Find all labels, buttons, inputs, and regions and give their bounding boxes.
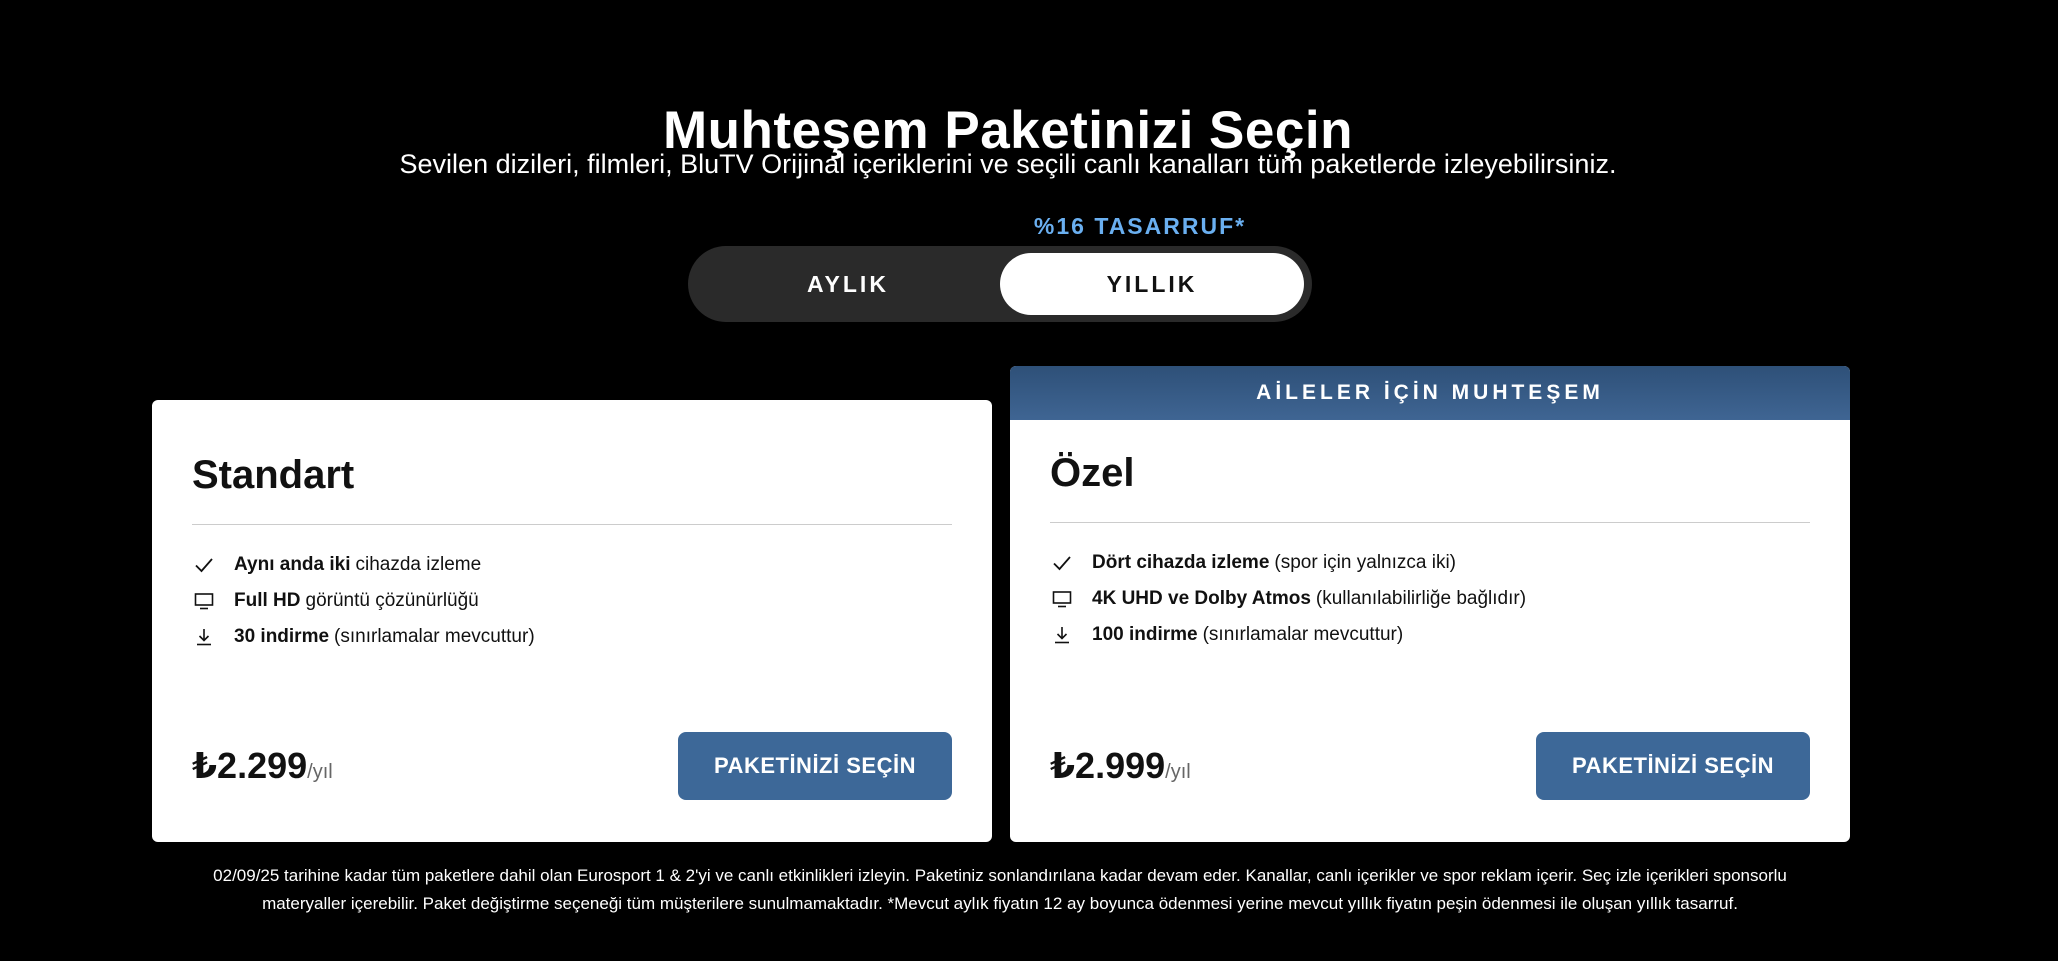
feature-bold-text: Dört cihazda izleme [1092,552,1270,573]
toggle-monthly[interactable]: AYLIK [696,253,1000,315]
feature-text: görüntü çözünürlüğü [305,590,479,611]
feature-bold-text: 4K UHD ve Dolby Atmos [1092,588,1311,609]
plan-card-standard: Standart Aynı anda iki cihazda izleme Fu… [152,400,992,842]
plan-card-premium: AİLELER İÇİN MUHTEŞEM Özel Dört cihazda … [1010,366,1850,842]
price: ₺2.999/yıl [1050,745,1191,787]
feature-bold-text: Full HD [234,590,301,611]
price-amount: ₺2.299 [192,745,308,786]
price-amount: ₺2.999 [1050,745,1166,786]
feature-text: (sınırlamalar mevcuttur) [1202,624,1404,645]
download-icon [192,625,216,649]
footnote-line: materyaller içerebilir. Paket değiştirme… [262,894,1738,913]
feature-bold-text: 100 indirme [1092,624,1198,645]
plan-name: Özel [1050,420,1810,523]
select-premium-plan-button[interactable]: PAKETİNİZİ SEÇİN [1536,732,1810,800]
feature-bold-text: Aynı anda iki [234,554,351,575]
price: ₺2.299/yıl [192,745,333,787]
plan-card-body: Standart Aynı anda iki cihazda izleme Fu… [152,400,992,655]
page-subtitle: Sevilen dizileri, filmleri, BluTV Orijin… [399,149,1617,179]
feature-list: Aynı anda iki cihazda izleme Full HD gör… [192,525,952,655]
savings-label: %16 TASARRUF* [1033,213,1247,239]
feature-text: (kullanılabilirliğe bağlıdır) [1315,588,1527,609]
download-icon [1050,623,1074,647]
price-row: ₺2.299/yıl PAKETİNİZİ SEÇİN [192,732,952,800]
feature-item: 100 indirme (sınırlamalar mevcuttur) [1050,617,1810,653]
feature-item: Aynı anda iki cihazda izleme [192,547,952,583]
feature-item: Dört cihazda izleme (spor için yalnızca … [1050,545,1810,581]
feature-item: 4K UHD ve Dolby Atmos (kullanılabilirliğ… [1050,581,1810,617]
billing-period-toggle: AYLIK YILLIK [688,246,1312,322]
check-icon [1050,551,1074,575]
toggle-yearly[interactable]: YILLIK [1000,253,1304,315]
select-standard-plan-button[interactable]: PAKETİNİZİ SEÇİN [678,732,952,800]
monitor-icon [1050,587,1074,611]
feature-list: Dört cihazda izleme (spor için yalnızca … [1050,523,1810,653]
price-period: /yıl [307,761,333,783]
plan-highlight-banner: AİLELER İÇİN MUHTEŞEM [1010,366,1850,420]
feature-bold-text: 30 indirme [234,626,330,647]
price-period: /yıl [1165,761,1191,783]
price-row: ₺2.999/yıl PAKETİNİZİ SEÇİN [1050,732,1810,800]
monitor-icon [192,589,216,613]
feature-item: Full HD görüntü çözünürlüğü [192,583,952,619]
feature-item: 30 indirme (sınırlamalar mevcuttur) [192,619,952,655]
feature-text: cihazda izleme [355,554,482,575]
feature-text: (sınırlamalar mevcuttur) [334,626,535,647]
plan-card-body: Özel Dört cihazda izleme (spor için yaln… [1010,420,1850,653]
feature-text: (spor için yalnızca iki) [1274,552,1456,573]
plan-name: Standart [192,400,952,525]
footnote-line: 02/09/25 tarihine kadar tüm paketlere da… [213,866,1787,885]
legal-footnote: 02/09/25 tarihine kadar tüm paketlere da… [0,862,2000,918]
check-icon [192,553,216,577]
pricing-page: Muhteşem Paketinizi Seçin Sevilen dizile… [0,0,2058,961]
